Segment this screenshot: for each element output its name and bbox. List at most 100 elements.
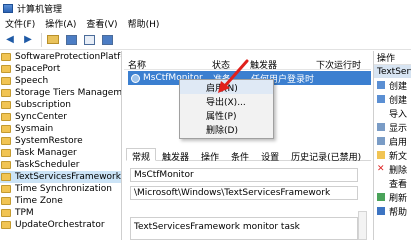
- folder-icon: [1, 53, 11, 61]
- show-hide-tree-button[interactable]: [63, 32, 79, 47]
- tree-item-time-synchronization[interactable]: Time Synchronization: [0, 183, 121, 195]
- tree-item-time-zone[interactable]: Time Zone: [0, 195, 121, 207]
- tree-item-systemrestore[interactable]: SystemRestore: [0, 135, 121, 147]
- properties-button[interactable]: [81, 32, 97, 47]
- folder-open-icon: [1, 173, 11, 181]
- column-header-trigger[interactable]: 触发器: [246, 58, 312, 71]
- tree-item-textservicesframework[interactable]: TextServicesFramework: [0, 171, 121, 183]
- column-header-next-run[interactable]: 下次运行时: [312, 58, 371, 71]
- back-arrow-icon: ◀: [6, 34, 14, 45]
- tree-item-label: Subscription: [15, 100, 71, 110]
- back-button[interactable]: ◀: [2, 32, 18, 47]
- tree-item-subscription[interactable]: Subscription: [0, 99, 121, 111]
- tab-general[interactable]: 常规: [126, 148, 157, 163]
- tree-item-speech[interactable]: Speech: [0, 75, 121, 87]
- folder-icon: [1, 125, 11, 133]
- tree-item-task-manager[interactable]: Task Manager: [0, 147, 121, 159]
- folder-icon: [1, 113, 11, 121]
- action-display[interactable]: 显示: [374, 120, 411, 134]
- actions-pane: 操作 TextServ 创建 创建 导入 显示 启用 新文 ✕删除 查看 刷新 …: [373, 51, 411, 240]
- import-icon: [377, 109, 385, 117]
- task-name-field[interactable]: MsCtfMonitor: [130, 168, 358, 182]
- tree-item-label: SoftwareProtectionPlatform: [15, 52, 121, 62]
- toolbar-separator: [41, 32, 42, 47]
- folder-icon: [1, 197, 11, 205]
- context-menu: 启用(N) 导出(X)... 属性(P) 删除(D): [179, 79, 274, 139]
- tree-item-tpm[interactable]: TPM: [0, 207, 121, 219]
- tree-item-label: TextServicesFramework: [15, 172, 121, 182]
- tree-item-label: Time Zone: [15, 196, 63, 206]
- folder-icon: [1, 77, 11, 85]
- tree-item-updateorchestrator[interactable]: UpdateOrchestrator: [0, 219, 121, 231]
- tree-item-taskscheduler[interactable]: TaskScheduler: [0, 159, 121, 171]
- action-label: 刷新: [389, 193, 408, 204]
- menu-item-properties[interactable]: 属性(P): [180, 108, 273, 122]
- action-import[interactable]: 导入: [374, 106, 411, 120]
- menu-help[interactable]: 帮助(H): [123, 17, 165, 30]
- folder-icon: [1, 137, 11, 145]
- tree-item-storage-tiers[interactable]: Storage Tiers Management: [0, 87, 121, 99]
- column-header-status[interactable]: 状态: [208, 58, 246, 71]
- tree-item-synccenter[interactable]: SyncCenter: [0, 111, 121, 123]
- action-view[interactable]: 查看: [374, 176, 411, 190]
- actions-header: 操作: [374, 51, 411, 65]
- tab-conditions[interactable]: 条件: [225, 148, 255, 163]
- tree-item-label: TPM: [15, 208, 34, 218]
- view-icon: [377, 179, 385, 187]
- toolbar: ◀ ▶: [0, 30, 411, 50]
- tab-actions[interactable]: 操作: [195, 148, 225, 163]
- details-tabs: 常规 触发器 操作 条件 设置 历史记录(已禁用): [126, 148, 371, 163]
- action-refresh[interactable]: 刷新: [374, 190, 411, 204]
- tree-item-label: Sysmain: [15, 124, 54, 134]
- tree-item-spaceport[interactable]: SpacePort: [0, 63, 121, 75]
- action-new-folder[interactable]: 新文: [374, 148, 411, 162]
- actions-section-title[interactable]: TextServ: [374, 65, 411, 78]
- forward-button[interactable]: ▶: [20, 32, 36, 47]
- menu-file[interactable]: 文件(F): [0, 17, 40, 30]
- action-create-basic[interactable]: 创建: [374, 78, 411, 92]
- create-task-icon: [377, 81, 385, 89]
- tree-item-sysmain[interactable]: Sysmain: [0, 123, 121, 135]
- tab-triggers[interactable]: 触发器: [156, 148, 195, 163]
- menu-action[interactable]: 操作(A): [40, 17, 81, 30]
- menu-item-delete[interactable]: 删除(D): [180, 122, 273, 136]
- column-header-name[interactable]: 名称: [124, 58, 208, 71]
- action-delete[interactable]: ✕ 删除: [374, 162, 411, 176]
- menu-item-export[interactable]: 导出(X)...: [180, 94, 273, 108]
- menu-item-enable[interactable]: 启用(N): [180, 80, 273, 94]
- folder-icon: [1, 101, 11, 109]
- tree-item-label: SpacePort: [15, 64, 61, 74]
- action-label: 删除: [389, 165, 408, 176]
- action-help[interactable]: 帮助: [374, 204, 411, 218]
- help-pane-button[interactable]: [99, 32, 115, 47]
- task-location-field[interactable]: \Microsoft\Windows\TextServicesFramework: [130, 186, 358, 200]
- folder-icon: [1, 221, 11, 229]
- tree-item-label: Storage Tiers Management: [15, 88, 122, 98]
- delete-x-icon: ✕: [377, 164, 385, 174]
- tab-history[interactable]: 历史记录(已禁用): [285, 148, 367, 163]
- up-folder-button[interactable]: [45, 32, 61, 47]
- tree-item-label: UpdateOrchestrator: [15, 220, 105, 230]
- folder-icon: [1, 185, 11, 193]
- description-scrollbar[interactable]: [358, 211, 367, 240]
- display-icon: [377, 123, 385, 131]
- action-label: 创建: [389, 81, 408, 92]
- tree-item-softwareprotectionplatform[interactable]: SoftwareProtectionPlatform: [0, 51, 121, 63]
- menu-view[interactable]: 查看(V): [81, 17, 122, 30]
- task-description-field[interactable]: TextServicesFramework monitor task: [130, 217, 358, 240]
- folder-icon: [1, 65, 11, 73]
- tree-item-label: TaskScheduler: [15, 160, 80, 170]
- tree-item-label: Task Manager: [15, 148, 77, 158]
- tree-item-label: Time Synchronization: [15, 184, 112, 194]
- action-enable[interactable]: 启用: [374, 134, 411, 148]
- tab-settings[interactable]: 设置: [255, 148, 285, 163]
- title-bar: 计算机管理: [0, 0, 411, 16]
- folder-icon: [1, 89, 11, 97]
- action-label: 查看: [389, 179, 408, 190]
- folder-icon: [1, 149, 11, 157]
- menu-bar: 文件(F) 操作(A) 查看(V) 帮助(H): [0, 16, 411, 30]
- action-label: 导入: [389, 109, 408, 120]
- window-title: 计算机管理: [17, 4, 63, 15]
- action-create[interactable]: 创建: [374, 92, 411, 106]
- action-label: 启用: [389, 137, 408, 148]
